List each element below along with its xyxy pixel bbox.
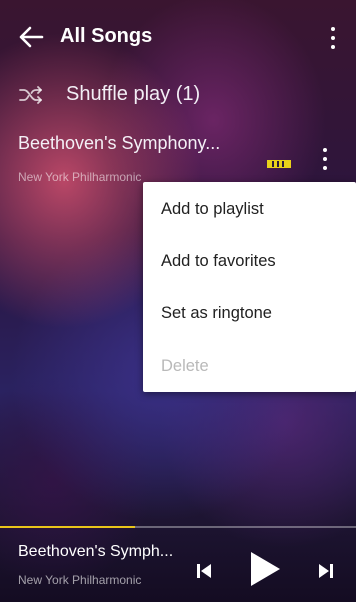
song-more-vert-icon[interactable] (318, 146, 332, 172)
now-playing-artist: New York Philharmonic (18, 573, 142, 587)
more-vert-icon[interactable] (324, 24, 342, 52)
play-icon[interactable] (248, 550, 282, 588)
menu-item-delete: Delete (161, 357, 209, 375)
song-artist: New York Philharmonic (18, 170, 142, 184)
menu-item-add-to-favorites[interactable]: Add to favorites (161, 252, 276, 271)
skip-next-icon[interactable] (317, 562, 335, 580)
skip-previous-icon[interactable] (195, 562, 213, 580)
list-item[interactable]: Beethoven's Symphony... New York Philhar… (0, 130, 356, 188)
shuffle-play-label: Shuffle play (1) (66, 83, 201, 105)
page-title: All Songs (60, 25, 153, 47)
song-title: Beethoven's Symphony... (18, 133, 221, 153)
now-playing-title[interactable]: Beethoven's Symph... (18, 543, 173, 561)
menu-item-add-to-playlist[interactable]: Add to playlist (161, 200, 264, 219)
shuffle-icon (18, 84, 44, 106)
mini-player: Beethoven's Symph... New York Philharmon… (0, 528, 356, 602)
back-arrow-icon[interactable] (18, 26, 44, 48)
menu-item-set-as-ringtone[interactable]: Set as ringtone (161, 304, 272, 323)
context-menu: Add to playlist Add to favorites Set as … (143, 182, 356, 392)
top-app-bar: All Songs (0, 0, 356, 72)
equalizer-icon (267, 160, 291, 168)
shuffle-play-row[interactable]: Shuffle play (1) (0, 78, 356, 114)
